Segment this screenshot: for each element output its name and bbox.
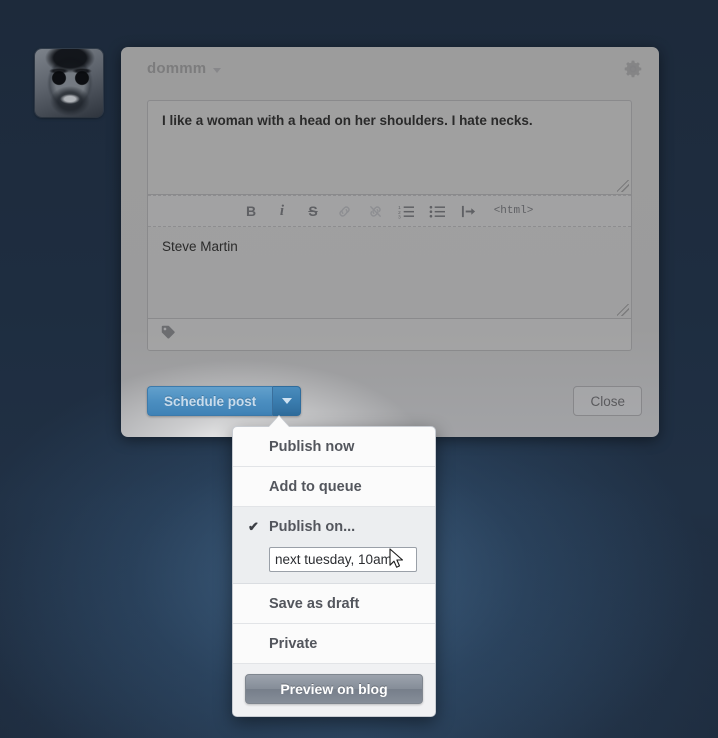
preview-row: Preview on blog xyxy=(233,664,435,716)
html-toggle[interactable]: <html> xyxy=(484,198,544,224)
formatting-toolbar: B i S 1 2 3 <html> xyxy=(148,195,631,227)
ordered-list-icon[interactable]: 1 2 3 xyxy=(391,198,422,224)
publish-on-input[interactable] xyxy=(269,547,417,572)
source-text: Steve Martin xyxy=(162,239,238,254)
menu-item-label: Publish on... xyxy=(269,519,356,535)
chevron-down-icon xyxy=(213,67,222,73)
blog-selector[interactable]: dommm xyxy=(147,60,222,77)
post-editor: I like a woman with a head on her should… xyxy=(147,100,632,351)
avatar-photo xyxy=(35,49,103,117)
svg-text:3: 3 xyxy=(398,214,401,218)
italic-icon[interactable]: i xyxy=(267,198,298,224)
schedule-post-split-button: Schedule post xyxy=(147,386,302,416)
schedule-post-dropdown-toggle[interactable] xyxy=(273,386,302,416)
menu-pointer xyxy=(268,416,290,428)
post-composer-modal: dommm I like a woman with a head on her … xyxy=(121,47,659,437)
gear-icon[interactable] xyxy=(623,59,643,79)
resize-handle[interactable] xyxy=(617,304,629,316)
menu-item-add-to-queue[interactable]: Add to queue xyxy=(233,467,435,507)
menu-item-save-as-draft[interactable]: Save as draft xyxy=(233,584,435,624)
publish-on-input-row xyxy=(233,547,435,584)
source-text-field[interactable]: Steve Martin xyxy=(148,227,631,319)
modal-header: dommm xyxy=(121,47,659,94)
menu-item-publish-on[interactable]: ✔ Publish on... xyxy=(233,507,435,547)
menu-item-label: Save as draft xyxy=(269,595,360,612)
blog-name-label: dommm xyxy=(147,60,207,77)
chevron-down-icon xyxy=(281,398,292,404)
link-icon[interactable] xyxy=(329,198,360,224)
resize-handle[interactable] xyxy=(617,180,629,192)
close-button[interactable]: Close xyxy=(573,386,642,416)
avatar xyxy=(35,49,103,117)
preview-on-blog-button[interactable]: Preview on blog xyxy=(245,674,423,704)
publish-options-menu: Publish now Add to queue ✔ Publish on...… xyxy=(232,415,436,717)
schedule-post-button[interactable]: Schedule post xyxy=(147,386,274,416)
indent-icon[interactable] xyxy=(453,198,484,224)
menu-item-label: Private xyxy=(269,635,318,652)
tag-row[interactable] xyxy=(148,319,631,350)
menu-item-publish-now[interactable]: Publish now xyxy=(233,427,435,467)
strikethrough-icon[interactable]: S xyxy=(298,198,329,224)
check-icon: ✔ xyxy=(248,519,259,534)
quote-text: I like a woman with a head on her should… xyxy=(162,113,533,128)
unlink-icon[interactable] xyxy=(360,198,391,224)
menu-item-label: Add to queue xyxy=(269,478,362,495)
menu-item-label: Publish now xyxy=(269,438,355,455)
tag-icon[interactable] xyxy=(160,324,176,345)
menu-item-private[interactable]: Private xyxy=(233,624,435,664)
bold-icon[interactable]: B xyxy=(236,198,267,224)
quote-text-field[interactable]: I like a woman with a head on her should… xyxy=(148,101,631,195)
unordered-list-icon[interactable] xyxy=(422,198,453,224)
